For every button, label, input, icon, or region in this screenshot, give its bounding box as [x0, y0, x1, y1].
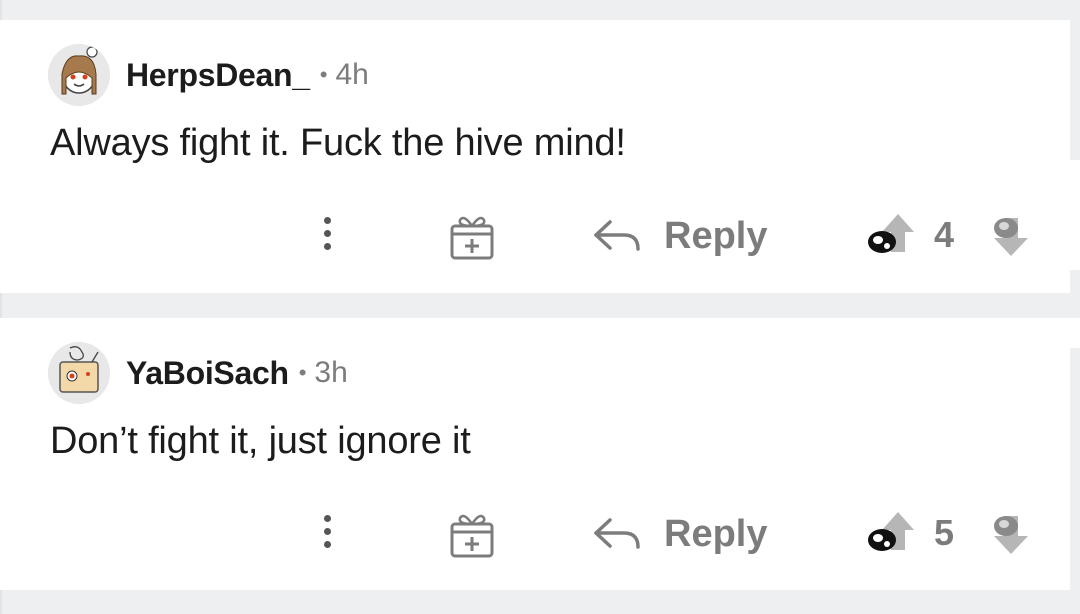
comment-header: YaBoiSach • 3h [48, 342, 348, 404]
award-button[interactable] [446, 210, 498, 262]
comment-header: HerpsDean_ • 4h [48, 44, 369, 106]
comment-actions: Reply 4 [0, 206, 1070, 266]
reply-button[interactable]: Reply [592, 206, 767, 266]
comment-card: HerpsDean_ • 4h Always fight it. Fuck th… [0, 20, 1070, 293]
upvote-button[interactable] [864, 506, 918, 560]
comment-age: 3h [314, 356, 348, 389]
more-options-icon [312, 515, 342, 548]
reply-button[interactable]: Reply [592, 504, 767, 564]
scroll-strip [1070, 160, 1080, 270]
comment-text: Don’t fight it, just ignore it [50, 420, 471, 462]
vote-score: 5 [934, 512, 955, 553]
comment-card: YaBoiSach • 3h Don’t fight it, just igno… [0, 318, 1070, 590]
vote-score: 4 [934, 214, 955, 255]
award-icon [450, 514, 494, 558]
reply-label: Reply [664, 214, 768, 257]
user-avatar[interactable] [48, 44, 110, 106]
more-options-button[interactable] [312, 212, 342, 260]
separator-dot: • [298, 360, 307, 385]
separator-dot: • [319, 62, 328, 87]
reply-label: Reply [664, 512, 768, 555]
upvote-button[interactable] [864, 208, 918, 262]
more-options-icon [312, 217, 342, 250]
downvote-icon [994, 516, 1028, 554]
scroll-strip [1070, 318, 1080, 348]
upvote-icon [868, 214, 914, 253]
username[interactable]: HerpsDean_ [126, 57, 310, 94]
downvote-icon [994, 218, 1028, 256]
comment-text: Always fight it. Fuck the hive mind! [50, 122, 626, 164]
reply-arrow-icon [594, 220, 640, 251]
award-button[interactable] [446, 508, 498, 560]
award-icon [450, 216, 494, 260]
upvote-icon [868, 512, 914, 551]
user-avatar[interactable] [48, 342, 110, 404]
comment-actions: Reply 5 [0, 504, 1070, 564]
downvote-button[interactable] [984, 506, 1038, 560]
comment-age: 4h [335, 58, 369, 91]
downvote-button[interactable] [984, 208, 1038, 262]
reply-arrow-icon [594, 518, 640, 549]
username[interactable]: YaBoiSach [126, 355, 289, 392]
more-options-button[interactable] [312, 510, 342, 558]
